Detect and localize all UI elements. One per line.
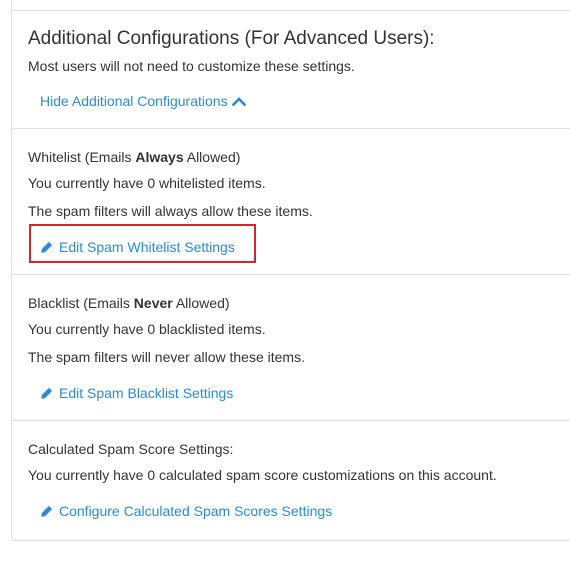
calculated-count: You currently have 0 calculated spam sco…	[28, 467, 497, 483]
edit-spam-whitelist-label: Edit Spam Whitelist Settings	[59, 239, 235, 255]
edit-spam-blacklist-label: Edit Spam Blacklist Settings	[59, 385, 234, 401]
configure-calculated-spam-scores-link[interactable]: Configure Calculated Spam Scores Setting…	[40, 502, 332, 520]
edit-spam-whitelist-link[interactable]: Edit Spam Whitelist Settings	[40, 238, 235, 256]
additional-configurations-header: Additional Configurations (For Advanced …	[12, 10, 570, 129]
whitelist-heading-emphasis: Always	[135, 149, 184, 165]
configure-calculated-spam-scores-label: Configure Calculated Spam Scores Setting…	[59, 503, 333, 519]
calculated-heading: Calculated Spam Score Settings:	[28, 441, 234, 457]
blacklist-heading: Blacklist (Emails Never Allowed)	[28, 295, 230, 311]
calculated-spam-score-section: Calculated Spam Score Settings: You curr…	[12, 420, 570, 543]
additional-configurations-panel: Additional Configurations (For Advanced …	[11, 0, 570, 541]
pencil-icon	[40, 240, 54, 254]
section-subtitle: Most users will not need to customize th…	[28, 58, 355, 74]
whitelist-heading: Whitelist (Emails Always Allowed)	[28, 149, 241, 165]
whitelist-description: The spam filters will always allow these…	[28, 203, 313, 219]
pencil-icon	[40, 386, 54, 400]
blacklist-section: Blacklist (Emails Never Allowed) You cur…	[12, 274, 570, 421]
blacklist-count: You currently have 0 blacklisted items.	[28, 321, 266, 337]
blacklist-heading-emphasis: Never	[133, 295, 173, 311]
hide-additional-configurations-link[interactable]: Hide Additional Configurations	[40, 92, 246, 110]
whitelist-section: Whitelist (Emails Always Allowed) You cu…	[12, 128, 570, 275]
pencil-icon	[40, 504, 54, 518]
chevron-up-icon	[231, 95, 246, 107]
whitelist-count: You currently have 0 whitelisted items.	[28, 175, 266, 191]
edit-spam-blacklist-link[interactable]: Edit Spam Blacklist Settings	[40, 384, 233, 402]
section-title: Additional Configurations (For Advanced …	[28, 28, 435, 49]
hide-additional-configurations-label: Hide Additional Configurations	[40, 93, 228, 109]
blacklist-description: The spam filters will never allow these …	[28, 349, 305, 365]
